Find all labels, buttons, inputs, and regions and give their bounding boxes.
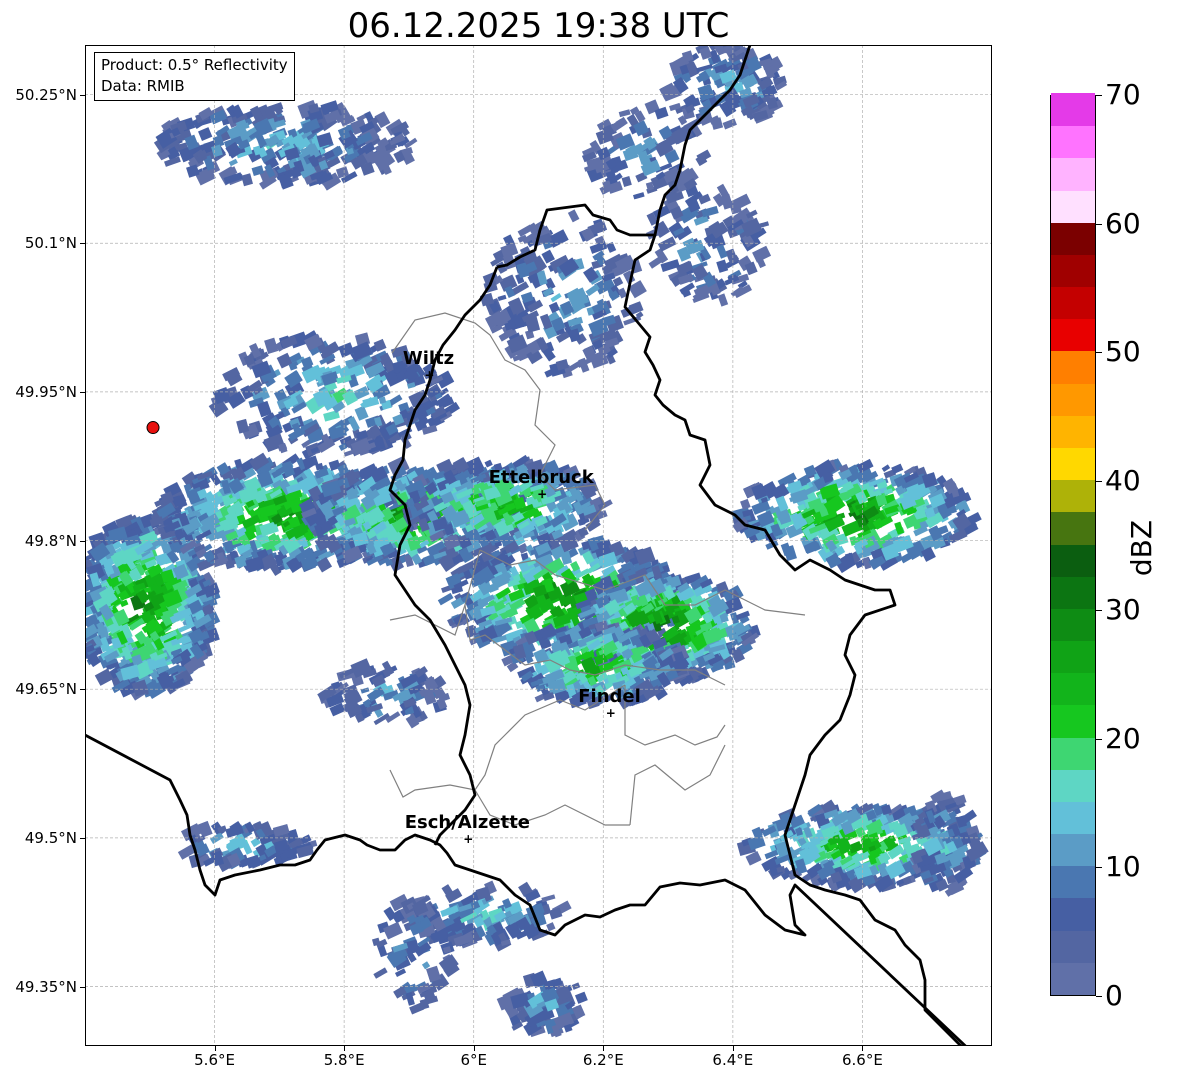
lat-tick-label: 49.35°N bbox=[15, 977, 77, 996]
lat-tick-label: 49.95°N bbox=[15, 382, 77, 401]
city-marker-icon: + bbox=[537, 486, 548, 501]
lat-tick-label: 49.65°N bbox=[15, 680, 77, 699]
lat-tick-label: 50.25°N bbox=[15, 85, 77, 104]
lat-tick-mark bbox=[80, 540, 85, 542]
echo-cell bbox=[394, 968, 407, 978]
city-label: Ettelbruck bbox=[488, 466, 594, 488]
radar-map-canvas bbox=[85, 45, 992, 1046]
echo-cell bbox=[197, 820, 213, 838]
product-info-box: Product: 0.5° Reflectivity Data: RMIB bbox=[94, 52, 295, 101]
echo-cell bbox=[633, 192, 645, 200]
echo-cell bbox=[421, 961, 431, 970]
lon-tick-mark bbox=[732, 1046, 734, 1051]
lon-tick-mark bbox=[214, 1046, 216, 1051]
echo-cell bbox=[717, 293, 729, 307]
echo-cell bbox=[716, 259, 729, 273]
echo-cell bbox=[548, 301, 561, 314]
lat-tick-mark bbox=[80, 986, 85, 988]
echo-cell bbox=[701, 205, 719, 218]
city-marker-icon: + bbox=[605, 705, 616, 720]
canton-border-se bbox=[629, 744, 726, 826]
echo-cell bbox=[437, 592, 454, 606]
radar-map[interactable] bbox=[85, 45, 992, 1046]
city-label: Wiltz bbox=[402, 348, 455, 370]
echo-cell bbox=[236, 418, 250, 434]
lat-tick-label: 50.1°N bbox=[24, 234, 77, 253]
lon-tick-label: 6°E bbox=[460, 1051, 487, 1069]
lon-tick-label: 5.6°E bbox=[194, 1051, 235, 1069]
lon-tick-label: 6.6°E bbox=[842, 1051, 883, 1069]
lat-tick-mark bbox=[80, 94, 85, 96]
echo-cell bbox=[574, 991, 588, 1004]
lon-tick-mark bbox=[344, 1046, 346, 1051]
echo-cell bbox=[245, 854, 261, 869]
echo-cell bbox=[541, 894, 556, 903]
radar-site-marker bbox=[146, 421, 160, 435]
lat-tick-label: 49.8°N bbox=[24, 531, 77, 550]
lon-tick-mark bbox=[862, 1046, 864, 1051]
echo-cell bbox=[618, 109, 631, 118]
echo-cell bbox=[881, 464, 891, 472]
lat-tick-mark bbox=[80, 243, 85, 245]
city-marker-icon: + bbox=[424, 368, 435, 383]
echo-cell bbox=[497, 294, 507, 302]
city-label: Findel bbox=[578, 685, 641, 707]
echo-cell bbox=[720, 194, 734, 210]
echo-cell bbox=[546, 922, 556, 932]
echo-cell bbox=[241, 173, 253, 187]
city-label: Esch/Alzette bbox=[404, 811, 531, 833]
lat-tick-mark bbox=[80, 391, 85, 393]
echo-cell bbox=[740, 498, 751, 510]
echo-cell bbox=[360, 687, 370, 694]
echo-cell bbox=[571, 982, 581, 990]
chart-title: 06.12.2025 19:38 UTC bbox=[347, 6, 730, 46]
echo-cell bbox=[198, 127, 213, 141]
echo-cell bbox=[621, 176, 632, 188]
data-source-label: Data: RMIB bbox=[101, 77, 185, 95]
echo-cell bbox=[354, 405, 369, 421]
echo-cell bbox=[657, 236, 677, 252]
lon-tick-label: 6.4°E bbox=[712, 1051, 754, 1069]
echo-cell bbox=[567, 209, 580, 223]
lon-tick-label: 5.8°E bbox=[323, 1051, 365, 1069]
colorbar bbox=[1050, 93, 1096, 996]
echo-cell bbox=[362, 396, 380, 409]
echo-cell bbox=[780, 542, 792, 557]
reflectivity-echoes bbox=[85, 45, 989, 1038]
echo-cell bbox=[585, 283, 600, 297]
lat-tick-label: 49.5°N bbox=[24, 828, 77, 847]
echo-cell bbox=[373, 967, 388, 979]
echo-cell bbox=[264, 337, 279, 355]
city-marker-icon: + bbox=[463, 831, 474, 846]
lat-tick-mark bbox=[80, 689, 85, 691]
lon-tick-mark bbox=[473, 1046, 475, 1051]
echo-cell bbox=[228, 158, 238, 167]
lat-tick-mark bbox=[80, 837, 85, 839]
lon-tick-mark bbox=[603, 1046, 605, 1051]
echo-cell bbox=[550, 293, 562, 303]
echo-cell bbox=[525, 316, 541, 333]
lon-tick-label: 6.2°E bbox=[582, 1051, 624, 1069]
echo-cell bbox=[722, 118, 737, 130]
product-label: Product: 0.5° Reflectivity bbox=[101, 56, 288, 74]
